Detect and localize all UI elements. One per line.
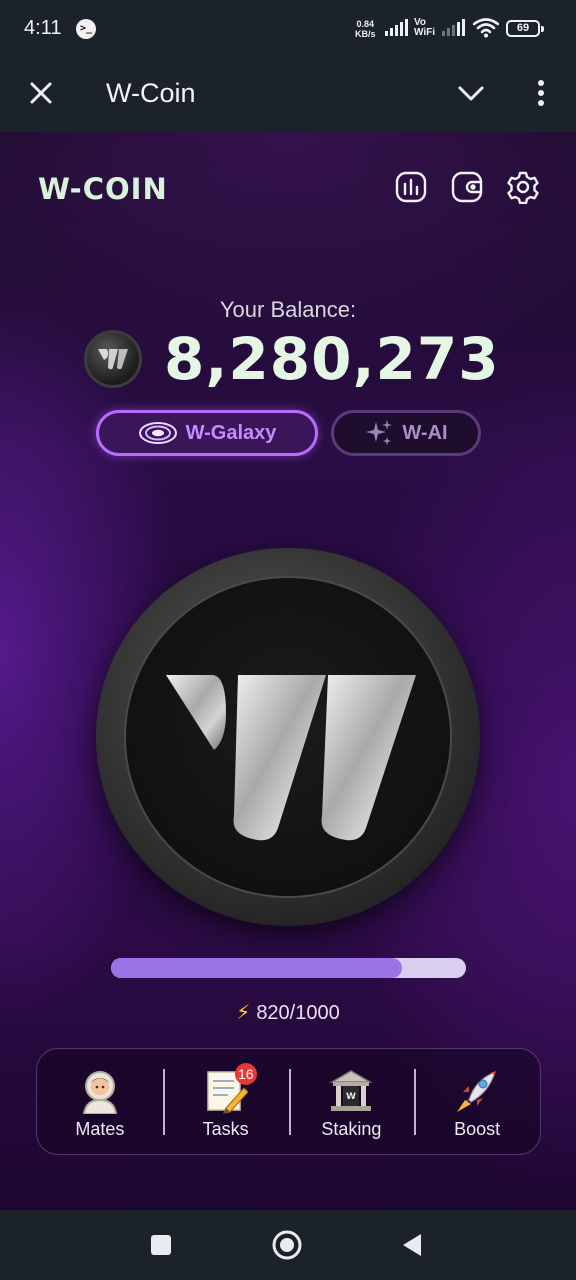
svg-text:W: W <box>346 1092 356 1102</box>
balance-row: 8,280,273 <box>84 325 500 393</box>
bank-icon: W <box>327 1067 375 1115</box>
w-logo-icon <box>166 675 416 841</box>
triangle-back-icon <box>403 1234 421 1256</box>
collapse-button[interactable] <box>452 74 492 114</box>
signal-icon <box>385 19 408 36</box>
coin-icon <box>84 330 142 388</box>
nav-item-mates[interactable]: Mates <box>37 1049 163 1154</box>
back-button[interactable] <box>397 1229 429 1261</box>
close-icon <box>30 82 52 104</box>
astronaut-icon <box>76 1067 124 1115</box>
w-ai-button[interactable]: W-AI <box>331 410 481 456</box>
game-view: W-COIN Your Balance: 8,280,273 W-Galaxy … <box>0 132 576 1210</box>
energy-readout: ⚡ 820/1000 <box>0 1000 576 1025</box>
square-icon <box>151 1235 171 1255</box>
galaxy-icon <box>138 422 177 444</box>
wallet-button[interactable] <box>450 170 484 204</box>
more-options-button[interactable] <box>522 74 562 114</box>
w-galaxy-button[interactable]: W-Galaxy <box>96 410 318 456</box>
more-vertical-icon <box>538 80 544 106</box>
network-speed-unit: KB/s <box>355 29 376 39</box>
nav-item-tasks[interactable]: 16 Tasks <box>162 1049 289 1154</box>
nav-item-staking[interactable]: W Staking <box>288 1049 415 1154</box>
energy-progress-bar <box>111 958 466 978</box>
energy-text: 820/1000 <box>256 1002 340 1024</box>
home-button[interactable] <box>271 1229 303 1261</box>
network-speed: 0.84 KB/s <box>355 19 376 39</box>
wifi-icon <box>473 18 499 38</box>
stats-icon <box>395 171 427 203</box>
signal-2-icon <box>442 19 465 36</box>
w-galaxy-label: W-Galaxy <box>185 421 277 444</box>
tasks-badge: 16 <box>234 1063 257 1085</box>
balance-label: Your Balance: <box>219 297 357 322</box>
lightning-icon: ⚡ <box>236 1002 251 1024</box>
brand-logo: W-COIN <box>38 172 168 206</box>
settings-button[interactable] <box>506 170 540 204</box>
status-bar: 4:11 >_ 0.84 KB/s Vo WiFi 69 <box>0 0 576 58</box>
wifi-label: WiFi <box>414 27 436 38</box>
nav-label-boost: Boost <box>454 1119 501 1139</box>
nav-item-boost[interactable]: Boost <box>414 1049 540 1154</box>
tap-coin-button[interactable] <box>96 548 480 926</box>
terminal-icon: >_ <box>76 19 96 39</box>
rocket-icon <box>453 1067 501 1115</box>
nav-label-staking: Staking <box>321 1119 382 1139</box>
status-time: 4:11 <box>24 17 62 39</box>
app-title: W-Coin <box>106 78 196 108</box>
battery-level: 69 <box>516 22 530 34</box>
energy-progress-fill <box>111 958 403 978</box>
wallet-icon <box>451 171 483 203</box>
stats-button[interactable] <box>394 170 428 204</box>
sparkles-icon <box>366 420 393 445</box>
app-bar: W-Coin <box>0 58 576 132</box>
network-speed-value: 0.84 <box>356 19 375 29</box>
chevron-down-icon <box>458 86 484 101</box>
bottom-nav: Mates 16 Tasks W Staking Boost <box>36 1048 541 1155</box>
close-button[interactable] <box>22 74 62 114</box>
nav-label-tasks: Tasks <box>202 1119 249 1139</box>
system-nav-bar <box>0 1210 576 1280</box>
coin-face <box>124 576 452 898</box>
w-ai-label: W-AI <box>402 421 448 444</box>
balance-value: 8,280,273 <box>164 325 500 393</box>
nav-label-mates: Mates <box>75 1119 125 1139</box>
recents-button[interactable] <box>145 1229 177 1261</box>
circle-icon <box>272 1230 302 1260</box>
gear-icon <box>507 171 539 204</box>
vowifi-label: Vo WiFi <box>414 18 435 38</box>
battery-icon: 69 <box>506 20 544 37</box>
